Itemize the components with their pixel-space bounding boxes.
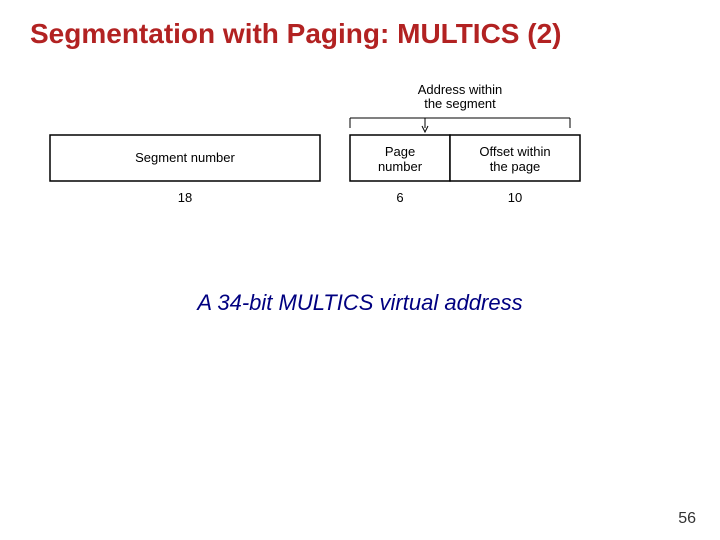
page-box-label2: number: [378, 159, 423, 174]
subtitle: A 34-bit MULTICS virtual address: [30, 290, 690, 316]
diagram-area: Address within the segment Segment numbe…: [30, 80, 690, 250]
address-label: Address within: [418, 82, 503, 97]
page-number: 56: [678, 510, 696, 528]
offset-box-label: Offset within: [479, 144, 550, 159]
slide: Segmentation with Paging: MULTICS (2) Ad…: [0, 0, 720, 540]
diagram-svg: Address within the segment Segment numbe…: [30, 80, 690, 250]
page-number-label: 6: [396, 190, 403, 205]
address-label2: the segment: [424, 96, 496, 111]
segment-box-label: Segment number: [135, 150, 235, 165]
slide-title: Segmentation with Paging: MULTICS (2): [30, 18, 690, 50]
segment-number-label: 18: [178, 190, 192, 205]
offset-box-label2: the page: [490, 159, 541, 174]
offset-number-label: 10: [508, 190, 522, 205]
page-box-label: Page: [385, 144, 415, 159]
